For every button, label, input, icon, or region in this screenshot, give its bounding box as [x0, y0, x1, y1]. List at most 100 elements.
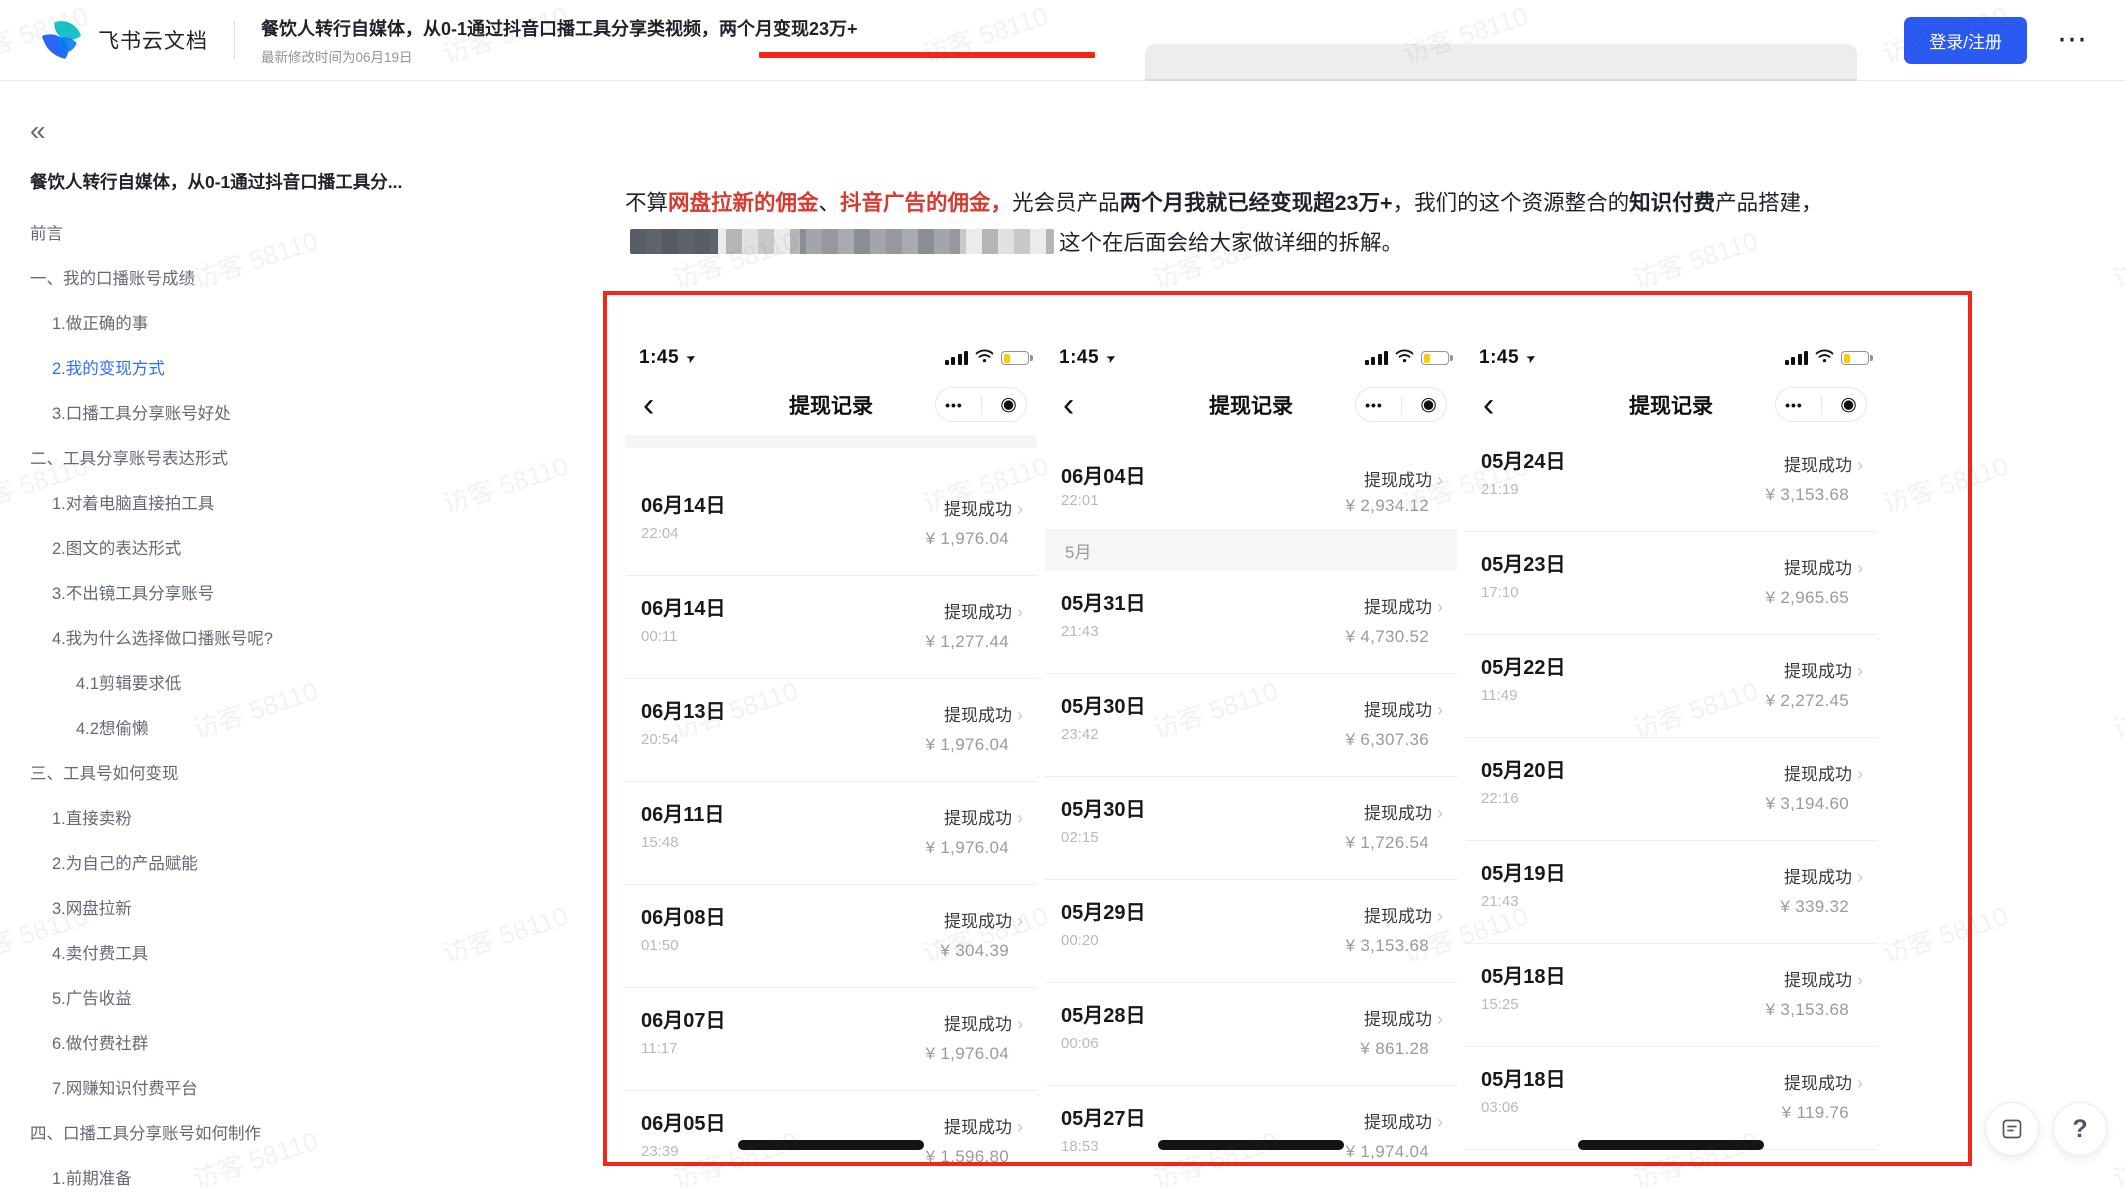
battery-icon — [1421, 351, 1449, 365]
record-amount: ¥ 1,976.04 — [926, 838, 1009, 858]
toc-item[interactable]: 1.前期准备 — [30, 1157, 510, 1200]
withdrawal-record-row[interactable]: 05月23日17:10提现成功›¥ 2,965.65 — [1465, 532, 1877, 635]
capsule-more-icon[interactable]: ••• — [1365, 397, 1383, 413]
record-status: 提现成功› — [1364, 1108, 1443, 1133]
record-time: 22:16 — [1481, 790, 1519, 807]
toc-item[interactable]: 2.图文的表达形式 — [30, 527, 510, 572]
toc-item[interactable]: 1.对着电脑直接拍工具 — [30, 482, 510, 527]
chevron-right-icon: › — [1017, 911, 1023, 931]
withdrawal-record-row[interactable]: 05月31日21:43提现成功›¥ 4,730.52 — [1045, 571, 1457, 674]
intro-paragraph: 不算网盘拉新的佣金、抖音广告的佣金，光会员产品两个月我就已经变现超23万+，我们… — [625, 183, 1877, 263]
chevron-right-icon: › — [1017, 808, 1023, 828]
withdrawal-record-row[interactable]: 05月30日23:42提现成功›¥ 6,307.36 — [1045, 674, 1457, 777]
withdrawal-record-row[interactable]: 05月20日22:16提现成功›¥ 3,194.60 — [1465, 738, 1877, 841]
record-date: 06月05日 — [641, 1107, 726, 1136]
paragraph-segment: 网盘拉新的佣金 — [668, 191, 819, 215]
capsule-close-icon[interactable]: ◉ — [1420, 395, 1437, 414]
toc-item[interactable]: 四、口播工具分享账号如何制作 — [30, 1112, 510, 1157]
toc-item[interactable]: 3.网盘拉新 — [30, 887, 510, 932]
withdrawal-record-row[interactable]: 06月14日00:11提现成功›¥ 1,277.44 — [625, 576, 1037, 679]
withdrawal-record-row[interactable]: 05月16日提现成功› — [1465, 1150, 1877, 1162]
toc-item[interactable]: 4.我为什么选择做口播账号呢? — [30, 617, 510, 662]
record-time: 01:50 — [641, 937, 679, 954]
withdrawal-record-row[interactable]: 05月28日00:06提现成功›¥ 861.28 — [1045, 983, 1457, 1086]
phone-status-bar: 1:45➤ — [1479, 345, 1869, 371]
toc-item[interactable]: 3.口播工具分享账号好处 — [30, 392, 510, 437]
withdrawal-record-row[interactable]: 05月27日18:53提现成功›¥ 1,974.04 — [1045, 1086, 1457, 1162]
feedback-button[interactable] — [1985, 1102, 2039, 1156]
signal-icon — [945, 351, 969, 365]
record-amount: ¥ 4,730.52 — [1346, 627, 1429, 647]
more-menu-icon[interactable]: ⋯ — [2057, 30, 2089, 50]
capsule-close-icon[interactable]: ◉ — [1840, 395, 1857, 414]
phone-status-bar: 1:45➤ — [1059, 345, 1449, 371]
status-time: 1:45 — [1479, 347, 1519, 369]
toc-item[interactable]: 2.我的变现方式 — [30, 347, 510, 392]
withdrawal-record-row[interactable]: 05月22日11:49提现成功›¥ 2,272.45 — [1465, 635, 1877, 738]
withdrawal-record-row[interactable]: 05月18日03:06提现成功›¥ 119.76 — [1465, 1047, 1877, 1150]
record-status: 提现成功› — [1364, 902, 1443, 927]
toc-item[interactable]: 前言 — [30, 212, 510, 257]
withdrawal-record-row[interactable]: 06月13日20:54提现成功›¥ 1,976.04 — [625, 679, 1037, 782]
guest-watermark: 访客 58110 — [2107, 221, 2125, 296]
paragraph-segment: 产品搭建， — [1715, 191, 1823, 215]
toc-item[interactable]: 4.卖付费工具 — [30, 932, 510, 977]
record-date: 06月14日 — [641, 592, 726, 621]
toc-doc-title[interactable]: 餐饮人转行自媒体，从0-1通过抖音口播工具分... — [30, 169, 510, 194]
record-status: 提现成功› — [1784, 1069, 1863, 1094]
toc-list: 前言一、我的口播账号成绩1.做正确的事2.我的变现方式3.口播工具分享账号好处二… — [30, 212, 510, 1200]
toc-item[interactable]: 2.为自己的产品赋能 — [30, 842, 510, 887]
status-text: 提现成功 — [1364, 701, 1432, 720]
toc-item[interactable]: 3.不出镜工具分享账号 — [30, 572, 510, 617]
toc-item[interactable]: 一、我的口播账号成绩 — [30, 257, 510, 302]
status-text: 提现成功 — [1784, 456, 1852, 475]
toc-item[interactable]: 二、工具分享账号表达形式 — [30, 437, 510, 482]
withdrawal-record-row[interactable]: 05月29日00:20提现成功›¥ 3,153.68 — [1045, 880, 1457, 983]
withdrawal-record-row[interactable]: 06月05日23:39提现成功›¥ 1,596.80 — [625, 1091, 1037, 1162]
miniprogram-capsule[interactable]: ••• ◉ — [935, 387, 1027, 422]
toc-item[interactable]: 5.广告收益 — [30, 977, 510, 1022]
phone-screenshot: 1:45➤‹提现记录•••◉06月14日22:04提现成功›¥ 1,976.04… — [625, 295, 1037, 1162]
guest-watermark: 访客 58110 — [2107, 1121, 2125, 1196]
collapse-sidebar-icon[interactable]: « — [30, 117, 510, 145]
help-button[interactable]: ? — [2053, 1102, 2107, 1156]
withdrawal-record-row[interactable]: 05月24日21:19提现成功›¥ 3,153.68 — [1465, 429, 1877, 532]
capsule-more-icon[interactable]: ••• — [945, 397, 963, 413]
toc-item[interactable]: 4.1剪辑要求低 — [30, 662, 510, 707]
miniprogram-capsule[interactable]: ••• ◉ — [1355, 387, 1447, 422]
toc-item[interactable]: 6.做付费社群 — [30, 1022, 510, 1067]
withdrawal-record-row[interactable]: 06月04日22:01提现成功›¥ 2,934.12 — [1045, 444, 1457, 529]
toc-item[interactable]: 1.做正确的事 — [30, 302, 510, 347]
status-text: 提现成功 — [1364, 804, 1432, 823]
withdrawal-record-row[interactable]: 05月18日15:25提现成功›¥ 3,153.68 — [1465, 944, 1877, 1047]
record-amount: ¥ 1,974.04 — [1346, 1142, 1429, 1162]
withdrawal-record-row[interactable]: 05月19日21:43提现成功›¥ 339.32 — [1465, 841, 1877, 944]
toc-item[interactable]: 三、工具号如何变现 — [30, 752, 510, 797]
chevron-right-icon: › — [1857, 455, 1863, 475]
toc-item[interactable]: 1.直接卖粉 — [30, 797, 510, 842]
withdrawal-record-row[interactable]: 06月07日11:17提现成功›¥ 1,976.04 — [625, 988, 1037, 1091]
record-amount: ¥ 1,596.80 — [926, 1147, 1009, 1162]
withdrawal-record-row[interactable]: 06月14日22:04提现成功›¥ 1,976.04 — [625, 473, 1037, 576]
location-arrow-icon: ➤ — [683, 349, 698, 366]
paragraph-segment: 不算 — [625, 191, 668, 215]
record-amount: ¥ 304.39 — [940, 941, 1009, 961]
status-icons — [1365, 349, 1450, 368]
withdrawal-record-row[interactable]: 06月08日01:50提现成功›¥ 304.39 — [625, 885, 1037, 988]
toc-item[interactable]: 7.网赚知识付费平台 — [30, 1067, 510, 1112]
record-amount: ¥ 1,277.44 — [926, 632, 1009, 652]
chevron-right-icon: › — [1857, 764, 1863, 784]
capsule-more-icon[interactable]: ••• — [1785, 397, 1803, 413]
status-icons — [945, 349, 1030, 368]
capsule-close-icon[interactable]: ◉ — [1000, 395, 1017, 414]
status-text: 提现成功 — [944, 1015, 1012, 1034]
withdrawal-record-row[interactable]: 05月30日02:15提现成功›¥ 1,726.54 — [1045, 777, 1457, 880]
login-register-button[interactable]: 登录/注册 — [1904, 17, 2027, 64]
withdrawal-record-row[interactable]: 06月11日15:48提现成功›¥ 1,976.04 — [625, 782, 1037, 885]
rows-gap — [625, 448, 1037, 473]
wifi-icon — [1395, 349, 1414, 368]
toc-item[interactable]: 4.2想偷懒 — [30, 707, 510, 752]
chevron-right-icon: › — [1857, 661, 1863, 681]
miniprogram-capsule[interactable]: ••• ◉ — [1775, 387, 1867, 422]
capsule-divider — [1821, 396, 1822, 414]
